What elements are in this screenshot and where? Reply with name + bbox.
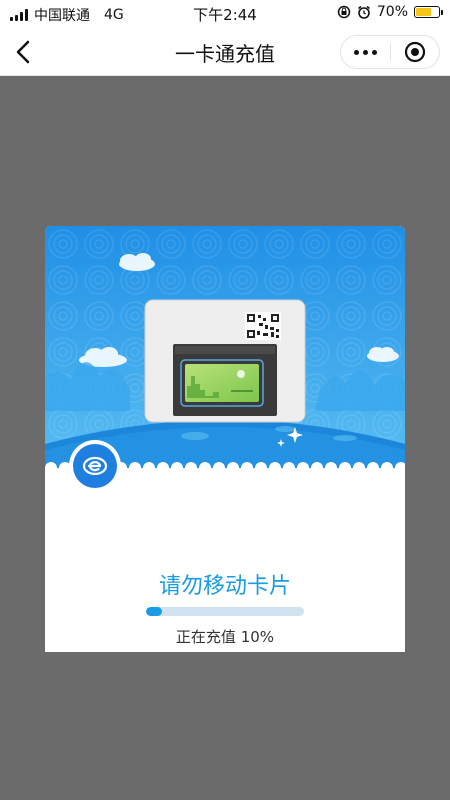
nav-bar: 一卡通充值 (0, 28, 450, 76)
target-circle-icon (404, 41, 426, 63)
recharge-progress-bar (146, 607, 304, 616)
ecard-logo-icon (73, 444, 117, 488)
card-reader-icon (144, 299, 306, 423)
rotation-lock-icon (337, 5, 351, 19)
recharge-progress-text: 正在充值 10% (45, 626, 405, 647)
progress-value: 10% (240, 628, 275, 646)
status-right: 70% (337, 4, 443, 20)
recharge-card: 请勿移动卡片 正在充值 10% (45, 226, 405, 652)
alarm-icon (357, 5, 370, 19)
battery-icon (414, 6, 443, 18)
mini-program-capsule (340, 35, 440, 69)
recharge-illustration (45, 226, 405, 476)
battery-level (416, 8, 432, 16)
status-bar: 中国联通 4G 下午2:44 70% (0, 0, 450, 28)
more-dots-icon (354, 49, 359, 55)
battery-percent: 70% (376, 4, 408, 20)
close-button[interactable] (391, 36, 439, 68)
more-button[interactable] (341, 36, 390, 68)
progress-label: 正在充值 (175, 628, 236, 646)
recharge-progress-fill (146, 607, 162, 616)
do-not-move-message: 请勿移动卡片 (158, 574, 291, 599)
card-logo-badge (69, 440, 121, 492)
qr-code-icon (245, 312, 281, 340)
